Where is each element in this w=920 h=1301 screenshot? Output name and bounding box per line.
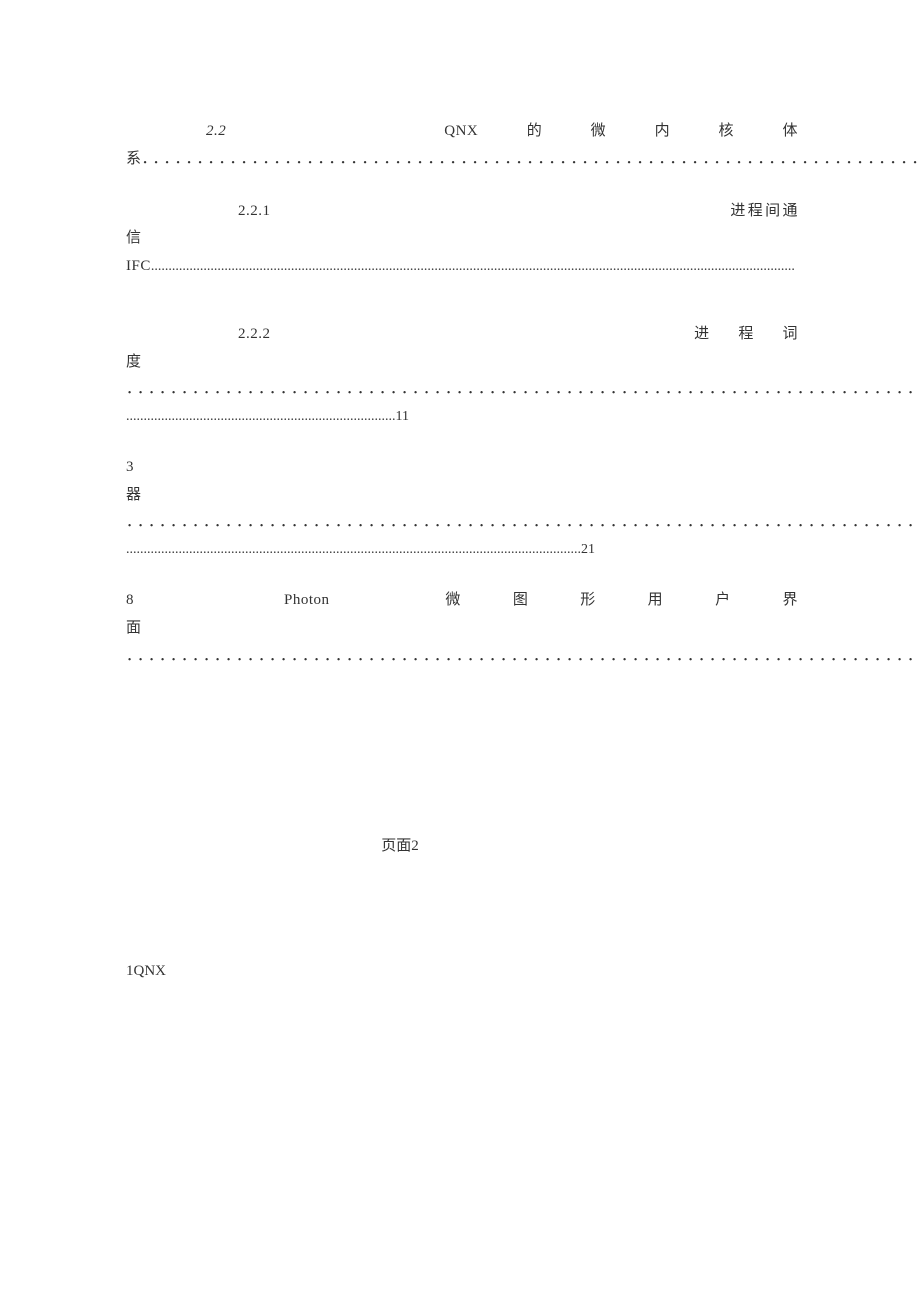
toc-entry-2-2: 2.2QNX的微内核体 系．．．．．．．．．．．．．．．．．．．．．．．．．．．… (126, 118, 798, 174)
toc-trail-word: 系 (126, 151, 142, 167)
toc-dots-page: ........................................… (126, 404, 798, 430)
toc-dots: ．．．．．．．．．．．．．．．．．．．．．．．．．．．．．．．．．．．．．．．．… (126, 643, 798, 671)
toc-dots: ．．．．．．．．．．．．．．．．．．．．．．．．．．．．．．．．．．．．．．．．… (142, 151, 920, 167)
toc-number: 3 (126, 459, 134, 475)
toc-dots: ．．．．．．．．．．．．．．．．．．．．．．．．．．．．．．．．．．．．．．．．… (126, 509, 798, 537)
toc-trail-word: 器 (126, 487, 142, 503)
toc-trail-word: 面 (126, 620, 142, 636)
toc-title: QNX的微内核体 (444, 123, 798, 139)
toc-number: 2.2.1 (238, 203, 271, 219)
toc-dots: ........................................… (151, 259, 795, 274)
toc-entry-2-2-2: 2.2.2 进程词 度 ．．．．．．．．．．．．．．．．．．．．．．．．．．．．．．… (126, 321, 798, 430)
toc-number: 2.2 (206, 123, 226, 139)
document-page: 2.2QNX的微内核体 系．．．．．．．．．．．．．．．．．．．．．．．．．．．… (0, 0, 920, 980)
toc-dots-page: ........................................… (126, 537, 798, 563)
page-number: 页面2 (2, 834, 798, 855)
toc-number: 8 (126, 592, 134, 608)
toc-label: 微图形用户界 (394, 592, 798, 608)
toc-trail-word: IFC (126, 258, 151, 274)
section-heading: 1QNX (126, 963, 798, 980)
toc-entry-2-2-1: 2.2.1进程间通信 IFC..........................… (126, 198, 798, 281)
toc-entry-8: 8 Photon 微图形用户界 面 ．．．．．．．．．．．．．．．．．．．．．．．．．… (126, 587, 798, 670)
toc-title: 进程词 (666, 326, 799, 342)
toc-number: 2.2.2 (238, 326, 271, 342)
toc-title: 进程间通信 (126, 203, 798, 247)
toc-dots: ．．．．．．．．．．．．．．．．．．．．．．．．．．．．．．．．．．．．．．．．… (126, 376, 798, 404)
toc-trail-word: 度 (126, 354, 142, 370)
toc-entry-3: 3 器 ．．．．．．．．．．．．．．．．．．．．．．．．．．．．．．．．．．．．．… (126, 454, 798, 563)
toc-label: Photon (284, 592, 330, 608)
